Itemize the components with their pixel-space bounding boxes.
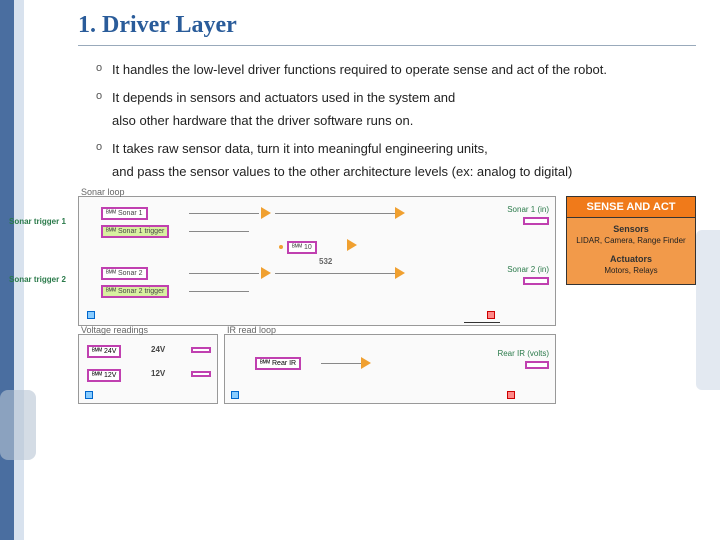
indicator-box [191,347,211,353]
sonar-loop-block: Sonar loop Sonar trigger 1 Sonar trigger… [78,196,556,326]
indicator-box [191,371,211,377]
wire [189,291,249,292]
vi-tri-icon [261,267,271,279]
wire [189,273,259,274]
node-sonar2: ᴮᴹᴹ Sonar 2 [101,267,148,280]
tag-532: 532 [319,257,332,266]
sense-act-panel: SENSE AND ACT Sensors LIDAR, Camera, Ran… [566,196,696,286]
labview-diagrams: Sonar loop Sonar trigger 1 Sonar trigger… [78,196,556,404]
vi-tri-icon [261,207,271,219]
right-decor [696,230,720,390]
bottom-diagram-row: Voltage readings ᴮᴹᴹ 24V 24V ᴮᴹᴹ 12V 12V… [78,334,556,404]
lbl-12v: 12V [151,369,165,378]
wire [275,213,395,214]
wire [275,273,395,274]
sig-sonar-trigger-2: Sonar trigger 2 [9,275,66,284]
voltage-block: Voltage readings ᴮᴹᴹ 24V 24V ᴮᴹᴹ 12V 12V [78,334,218,404]
bullet-1: It handles the low-level driver function… [96,60,696,80]
indicator-box [525,361,549,369]
junction-dot [279,245,283,249]
node-sonar2-trig: ᴮᴹᴹ Sonar 2 trigger [101,285,169,298]
bullet-2-text: It depends in sensors and actuators used… [112,90,455,105]
sensors-title: Sensors [571,224,691,234]
volt-label: Voltage readings [81,325,148,335]
vi-tri-icon [395,267,405,279]
ir-block: IR read loop ᴮᴹᴹ Rear IR Rear IR (volts) [224,334,556,404]
node-rear-ir: ᴮᴹᴹ Rear IR [255,357,301,370]
sense-body: Sensors LIDAR, Camera, Range Finder Actu… [566,218,696,286]
bullet-2-cont: also other hardware that the driver soft… [112,111,696,131]
vi-tri-icon [347,239,357,251]
bullet-2: It depends in sensors and actuators used… [96,88,696,131]
sense-header: SENSE AND ACT [566,196,696,218]
iter-icon [87,311,95,319]
out-sonar1: Sonar 1 (in) [507,205,549,214]
sonar-label: Sonar loop [81,187,125,197]
slide-content: 1. Driver Layer It handles the low-level… [78,12,696,404]
vi-tri-icon [361,357,371,369]
node-24v: ᴮᴹᴹ 24V [87,345,121,358]
indicator-box [523,277,549,285]
wire [189,213,259,214]
puzzle-decor [0,390,36,460]
actuators-title: Actuators [571,254,691,264]
node-12v: ᴮᴹᴹ 12V [87,369,121,382]
iter-icon [231,391,239,399]
bullet-3-cont: and pass the sensor values to the other … [112,162,696,182]
stop-icon [487,311,495,319]
indicator-box [523,217,549,225]
bullet-3: It takes raw sensor data, turn it into m… [96,139,696,182]
sig-sonar-trigger-1: Sonar trigger 1 [9,217,66,226]
wire [189,231,249,232]
bullet-list: It handles the low-level driver function… [96,60,696,182]
actuators-items: Motors, Relays [571,266,691,276]
bullet-1-text: It handles the low-level driver function… [112,62,607,77]
ir-out: Rear IR (volts) [497,349,549,358]
figure-row: Sonar loop Sonar trigger 1 Sonar trigger… [78,196,696,404]
sensors-items: LIDAR, Camera, Range Finder [571,236,691,246]
node-sonar1: ᴮᴹᴹ Sonar 1 [101,207,148,220]
lbl-24v: 24V [151,345,165,354]
node-sonar1-trig: ᴮᴹᴹ Sonar 1 trigger [101,225,169,238]
stop-icon [507,391,515,399]
connector-line [464,322,500,323]
wire [321,363,361,364]
out-sonar2: Sonar 2 (in) [507,265,549,274]
bullet-3-text: It takes raw sensor data, turn it into m… [112,141,488,156]
node-mid: ᴮᴹᴹ 10 [287,241,317,254]
iter-icon [85,391,93,399]
vi-tri-icon [395,207,405,219]
ir-label: IR read loop [227,325,276,335]
slide-title: 1. Driver Layer [78,12,696,46]
